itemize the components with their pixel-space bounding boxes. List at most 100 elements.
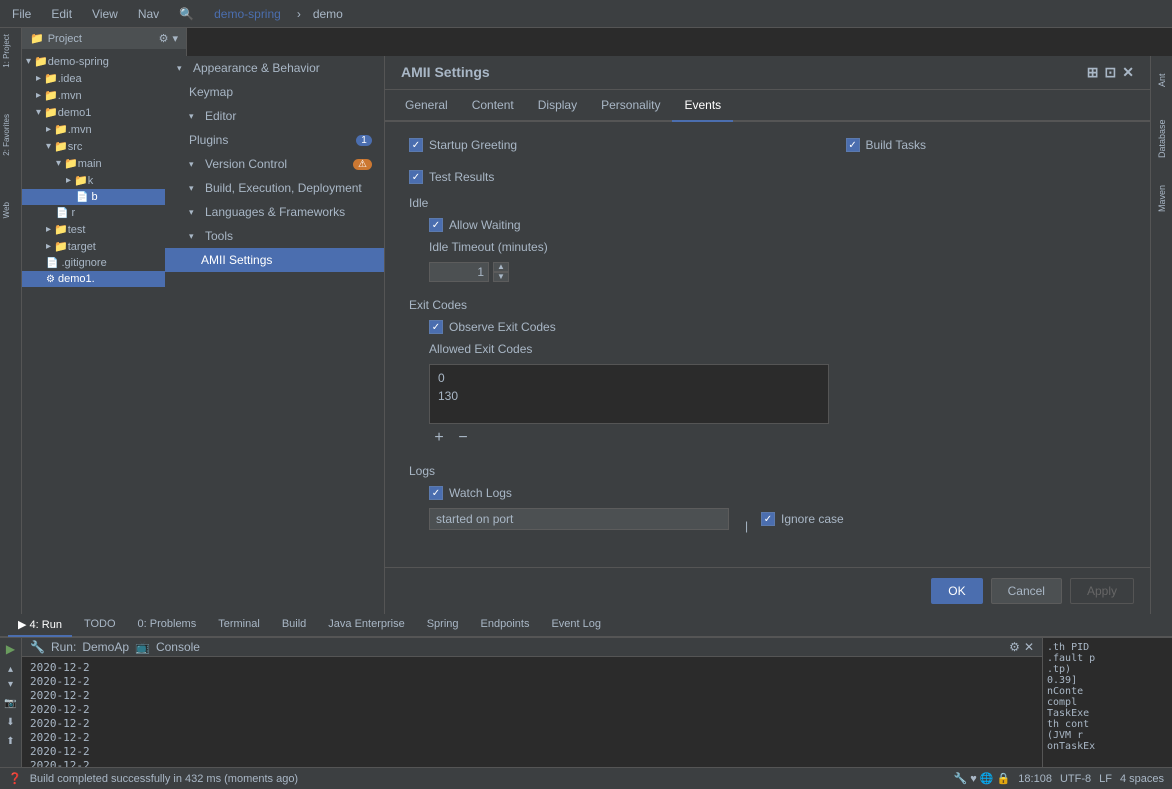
tree-item-gitignore[interactable]: 📄 .gitignore [22, 255, 186, 271]
watch-logs-label[interactable]: Watch Logs [449, 486, 512, 500]
help-icon[interactable]: ❓ [8, 772, 22, 785]
observe-exit-codes-checkbox[interactable] [429, 320, 443, 334]
ignore-case-label[interactable]: Ignore case [781, 512, 844, 526]
console-scroll-up[interactable]: ▴ [8, 664, 13, 675]
remove-exit-code-button[interactable]: − [453, 428, 473, 448]
build-tasks-checkbox[interactable] [846, 138, 860, 152]
console-close-icon[interactable]: ✕ [1024, 640, 1034, 654]
tree-item-mvn2[interactable]: ▸📁 .mvn [22, 121, 186, 138]
allow-waiting-label[interactable]: Allow Waiting [449, 218, 521, 232]
add-exit-code-button[interactable]: + [429, 428, 449, 448]
left-strip-favorites[interactable]: 2: Favorites [2, 112, 20, 158]
tree-item-test[interactable]: ▸📁 test [22, 221, 186, 238]
right-strip-maven[interactable]: Maven [1153, 178, 1171, 218]
watch-logs-checkbox[interactable] [429, 486, 443, 500]
settings-nav-editor[interactable]: ▾ Editor [165, 104, 384, 128]
tab-events[interactable]: Events [672, 90, 733, 122]
settings-nav-amii[interactable]: AMII Settings [165, 248, 384, 272]
status-encoding[interactable]: UTF-8 [1060, 773, 1091, 785]
left-strip-web[interactable]: Web [2, 200, 20, 220]
close-dialog-icon[interactable]: ✕ [1122, 64, 1134, 81]
search-icon[interactable]: 🔍 [175, 5, 198, 23]
tab-general[interactable]: General [393, 90, 460, 122]
list-item[interactable]: 0 [434, 369, 824, 387]
ignore-case-row: Ignore case [761, 512, 844, 526]
build-tasks-label[interactable]: Build Tasks [866, 138, 926, 152]
right-strip-database[interactable]: Database [1153, 114, 1171, 164]
console-icon: 📺 [135, 640, 150, 654]
layout-icon[interactable]: ⊞ [1087, 64, 1099, 81]
tab-personality[interactable]: Personality [589, 90, 672, 122]
test-results-label[interactable]: Test Results [429, 170, 494, 184]
status-line-col[interactable]: 18:108 [1018, 773, 1052, 785]
console-scroll-down[interactable]: ▾ [8, 679, 13, 690]
console-app-icon: 🔧 [30, 640, 45, 654]
startup-greeting-checkbox[interactable] [409, 138, 423, 152]
tree-item-idea[interactable]: ▸📁 .idea [22, 70, 186, 87]
status-tab-terminal[interactable]: Terminal [208, 614, 270, 637]
tab-content[interactable]: Content [460, 90, 526, 122]
left-strip-project[interactable]: 1: Project [2, 32, 20, 70]
timeout-increment[interactable]: ▲ [493, 262, 509, 272]
tree-item-main[interactable]: ▾📁 main [22, 155, 186, 172]
settings-nav-plugins[interactable]: Plugins 1 [165, 128, 384, 152]
expand-dialog-icon[interactable]: ⊡ [1105, 64, 1117, 81]
tree-item-src[interactable]: ▾📁 src [22, 138, 186, 155]
cancel-button[interactable]: Cancel [991, 578, 1062, 604]
breadcrumb-demo-spring[interactable]: demo-spring [210, 5, 285, 23]
settings-gear-icon[interactable]: ⚙ [159, 32, 169, 45]
dialog-footer: OK Cancel Apply [385, 567, 1150, 614]
console-camera-icon[interactable]: 📷 [4, 698, 16, 709]
status-lf[interactable]: LF [1099, 773, 1112, 785]
menu-nav[interactable]: Nav [134, 5, 163, 23]
menu-file[interactable]: File [8, 5, 35, 23]
menu-view[interactable]: View [88, 5, 122, 23]
test-results-checkbox[interactable] [409, 170, 423, 184]
settings-nav-tools[interactable]: ▾ Tools [165, 224, 384, 248]
tree-item-demo1[interactable]: ▾📁 demo1 [22, 104, 186, 121]
right-strip-ant[interactable]: Ant [1153, 60, 1171, 100]
status-tab-java-enterprise[interactable]: Java Enterprise [318, 614, 414, 637]
ok-button[interactable]: OK [931, 578, 982, 604]
status-tab-problems[interactable]: 0: Problems [128, 614, 207, 637]
tree-item-k[interactable]: ▸📁 k [22, 172, 186, 189]
allow-waiting-checkbox[interactable] [429, 218, 443, 232]
tree-item-demo1-file[interactable]: ⚙ demo1. [22, 271, 186, 287]
console-tab-label[interactable]: Console [156, 640, 200, 654]
status-tab-endpoints[interactable]: Endpoints [471, 614, 540, 637]
settings-nav-vcs[interactable]: ▾ Version Control ⚠ [165, 152, 384, 176]
settings-nav-appearance[interactable]: ▾ Appearance & Behavior [165, 56, 384, 80]
settings-nav-build[interactable]: ▾ Build, Execution, Deployment [165, 176, 384, 200]
ignore-case-checkbox[interactable] [761, 512, 775, 526]
settings-dialog: ▾ Appearance & Behavior Keymap ▾ Editor … [165, 56, 1172, 614]
observe-exit-codes-label[interactable]: Observe Exit Codes [449, 320, 556, 334]
status-spaces[interactable]: 4 spaces [1120, 773, 1164, 785]
tab-display[interactable]: Display [526, 90, 589, 122]
settings-nav-label-appearance: Appearance & Behavior [193, 61, 320, 75]
console-clear-icon[interactable]: ⬆ [6, 736, 14, 747]
run-play-icon[interactable]: ▶ [6, 642, 15, 656]
tree-item-r[interactable]: 📄 r [22, 205, 186, 221]
settings-nav-keymap[interactable]: Keymap [165, 80, 384, 104]
list-item[interactable]: 130 [434, 387, 824, 405]
startup-greeting-label[interactable]: Startup Greeting [429, 138, 517, 152]
status-tab-run[interactable]: ▶ 4: Run [8, 614, 72, 637]
spinner-buttons: ▲ ▼ [493, 262, 509, 282]
menu-edit[interactable]: Edit [47, 5, 76, 23]
status-tab-todo[interactable]: TODO [74, 614, 126, 637]
timeout-input[interactable] [429, 262, 489, 282]
console-settings-icon[interactable]: ⚙ [1009, 640, 1020, 654]
status-tab-event-log[interactable]: Event Log [541, 614, 611, 637]
tree-item-b[interactable]: 📄 b [22, 189, 186, 205]
tree-item-demo-spring[interactable]: ▾📁 demo-spring [22, 53, 186, 70]
apply-button[interactable]: Apply [1070, 578, 1134, 604]
log-pattern-input[interactable] [429, 508, 729, 530]
settings-nav-languages[interactable]: ▾ Languages & Frameworks [165, 200, 384, 224]
status-tab-spring[interactable]: Spring [417, 614, 469, 637]
timeout-decrement[interactable]: ▼ [493, 272, 509, 282]
sidebar-expand-icon[interactable]: ▾ [172, 32, 178, 45]
tree-item-mvn[interactable]: ▸📁 .mvn [22, 87, 186, 104]
status-tab-build[interactable]: Build [272, 614, 316, 637]
console-stop-icon[interactable]: ⬇ [6, 717, 14, 728]
tree-item-target[interactable]: ▸📁 target [22, 238, 186, 255]
